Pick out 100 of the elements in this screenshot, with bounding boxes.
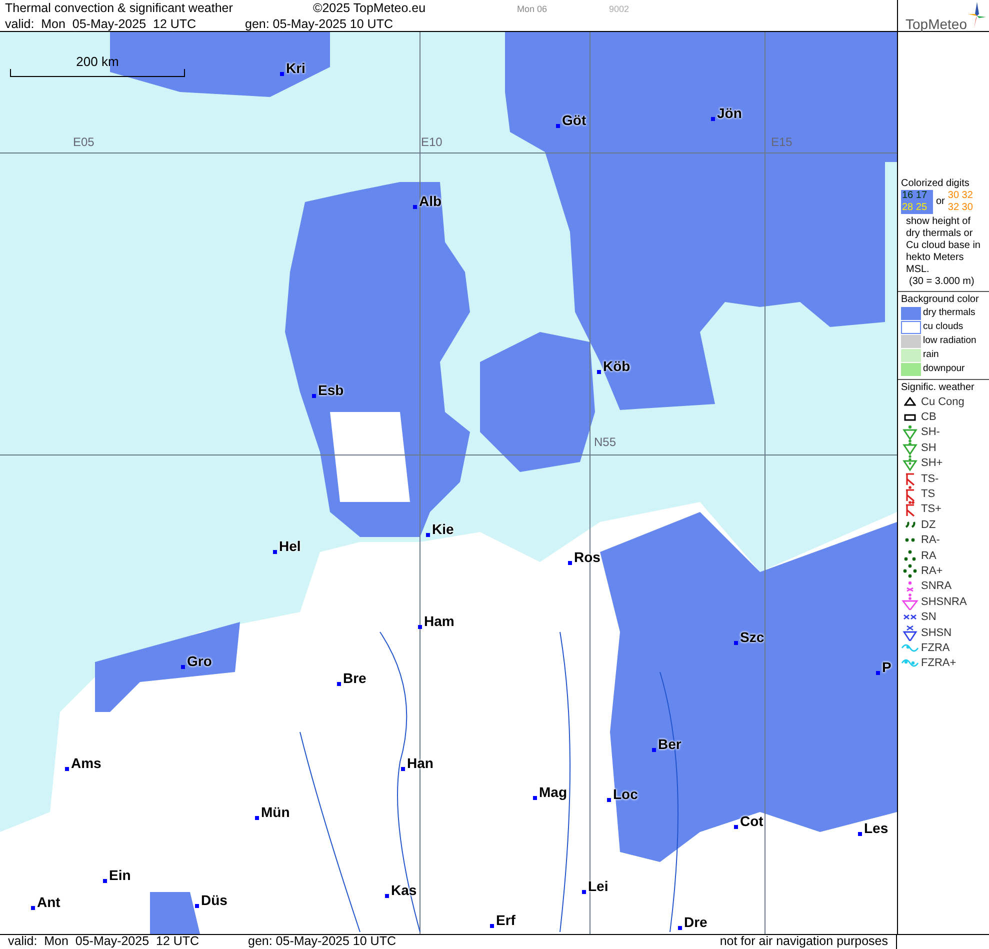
city-label: Hel — [279, 538, 301, 554]
city-marker-icon — [533, 796, 537, 800]
city-label: Esb — [318, 382, 344, 398]
city-marker-icon — [31, 906, 35, 910]
city-label: Dre — [684, 914, 708, 930]
legend-label: CB — [921, 411, 936, 424]
weather-symbol-icon — [905, 538, 915, 542]
city-label: Erf — [496, 912, 516, 928]
city-marker-icon — [280, 72, 284, 76]
sample-digits: 28 25 — [902, 202, 928, 214]
city-marker-icon — [734, 825, 738, 829]
day-label[interactable]: Mon 06 — [517, 2, 609, 17]
city-label: Ams — [71, 755, 102, 771]
city-label: Jön — [717, 105, 742, 121]
legend-label: FZRA — [921, 642, 950, 654]
city-label: P — [882, 659, 892, 675]
city-label: Kri — [286, 60, 306, 76]
city-label: Ant — [37, 894, 60, 910]
weather-symbol-icon — [901, 659, 919, 668]
weather-symbol-icon — [901, 454, 919, 472]
legend-label: SNRA — [921, 580, 952, 592]
legend-label: SN — [921, 611, 936, 624]
city-marker-icon — [103, 879, 107, 883]
legend-label: TS- — [921, 472, 939, 485]
city-marker-icon — [65, 767, 69, 771]
city-marker-icon — [418, 625, 422, 629]
sample-digits: 32 30 — [948, 202, 973, 214]
legend-label: dry thermals — [923, 307, 976, 319]
city-marker-icon — [556, 124, 560, 128]
disclaimer-text: not for air navigation purposes — [720, 935, 888, 949]
legend-label: FZRA+ — [921, 657, 956, 670]
grid-label: E05 — [73, 135, 94, 149]
legend-label: SH — [921, 442, 936, 454]
legend-label: SH- — [921, 426, 940, 438]
legend-label: Cu Cong — [921, 396, 964, 408]
city-label: Mag — [539, 784, 567, 800]
valid-time-text: valid: Mon 05-May-2025 12 UTC — [5, 17, 198, 32]
city-marker-icon — [582, 890, 586, 894]
city-marker-icon — [607, 798, 611, 802]
logo-text: TopMeteo — [906, 16, 967, 32]
city-label: Ein — [109, 867, 131, 883]
weather-symbol-icon — [904, 397, 916, 406]
weather-symbol-icon — [901, 439, 919, 456]
city-label: Ber — [658, 736, 682, 752]
city-marker-icon — [652, 748, 656, 752]
legend-description: show height of dry thermals or Cu cloud base in hekto Meters MSL. — [905, 215, 982, 276]
weather-symbol-icon — [901, 624, 919, 642]
grid-label: E10 — [421, 135, 442, 149]
city-label: Bre — [343, 670, 366, 686]
legend-label: rain — [923, 349, 939, 361]
city-label: Gro — [187, 653, 212, 669]
city-label: Szc — [740, 629, 764, 645]
legend-label: SHSN — [921, 626, 952, 639]
map-title: Thermal convection & significant weather — [5, 1, 234, 16]
legend-label: TS+ — [921, 503, 942, 516]
city-label: Mün — [261, 804, 290, 820]
city-marker-icon — [876, 671, 880, 675]
city-label: Göt — [562, 112, 586, 128]
legend-label: RA+ — [921, 564, 943, 577]
city-marker-icon — [195, 904, 199, 908]
sample-digits: 16 17 — [902, 190, 928, 202]
city-marker-icon — [312, 394, 316, 398]
city-label: Cot — [740, 813, 764, 829]
or-text: or — [936, 196, 945, 208]
legend-label: SHSNRA — [921, 596, 967, 608]
city-marker-icon — [678, 926, 682, 930]
generated-time-text: gen: 05-May-2025 10 UTC — [245, 17, 393, 32]
city-marker-icon — [401, 767, 405, 771]
city-marker-icon — [426, 533, 430, 537]
city-marker-icon — [568, 561, 572, 565]
legend-label: RA- — [921, 534, 940, 546]
city-marker-icon — [858, 832, 862, 836]
legend-example: (30 = 3.000 m) — [908, 276, 976, 288]
legend-label: downpour — [923, 363, 965, 375]
weather-symbol-icon — [901, 424, 919, 441]
city-label: Les — [864, 820, 888, 836]
city-marker-icon — [385, 894, 389, 898]
city-marker-icon — [255, 816, 259, 820]
legend-label: SH+ — [921, 457, 943, 470]
weather-symbol-icon — [904, 414, 916, 421]
city-label: Ham — [424, 613, 454, 629]
legend-label: DZ — [921, 518, 936, 531]
compass-star-icon — [968, 2, 986, 28]
grid-label: E15 — [771, 135, 792, 149]
legend-label: low radiation — [923, 335, 976, 347]
city-marker-icon — [490, 924, 494, 928]
copyright-text: ©2025 TopMeteo.eu — [313, 1, 427, 16]
valid-time-text: valid: Mon 05-May-2025 12 UTC — [8, 935, 200, 949]
city-marker-icon — [413, 205, 417, 209]
weather-symbol-icon — [904, 550, 916, 562]
city-marker-icon — [181, 665, 185, 669]
city-label: Alb — [419, 193, 442, 209]
scale-label: 200 km — [76, 54, 119, 69]
city-marker-icon — [273, 550, 277, 554]
city-marker-icon — [337, 682, 341, 686]
weather-symbol-icon — [901, 644, 919, 652]
code-label: 9002 — [609, 3, 630, 16]
city-marker-icon — [734, 641, 738, 645]
grid-label: N55 — [594, 435, 616, 449]
city-label: Köb — [603, 358, 630, 374]
